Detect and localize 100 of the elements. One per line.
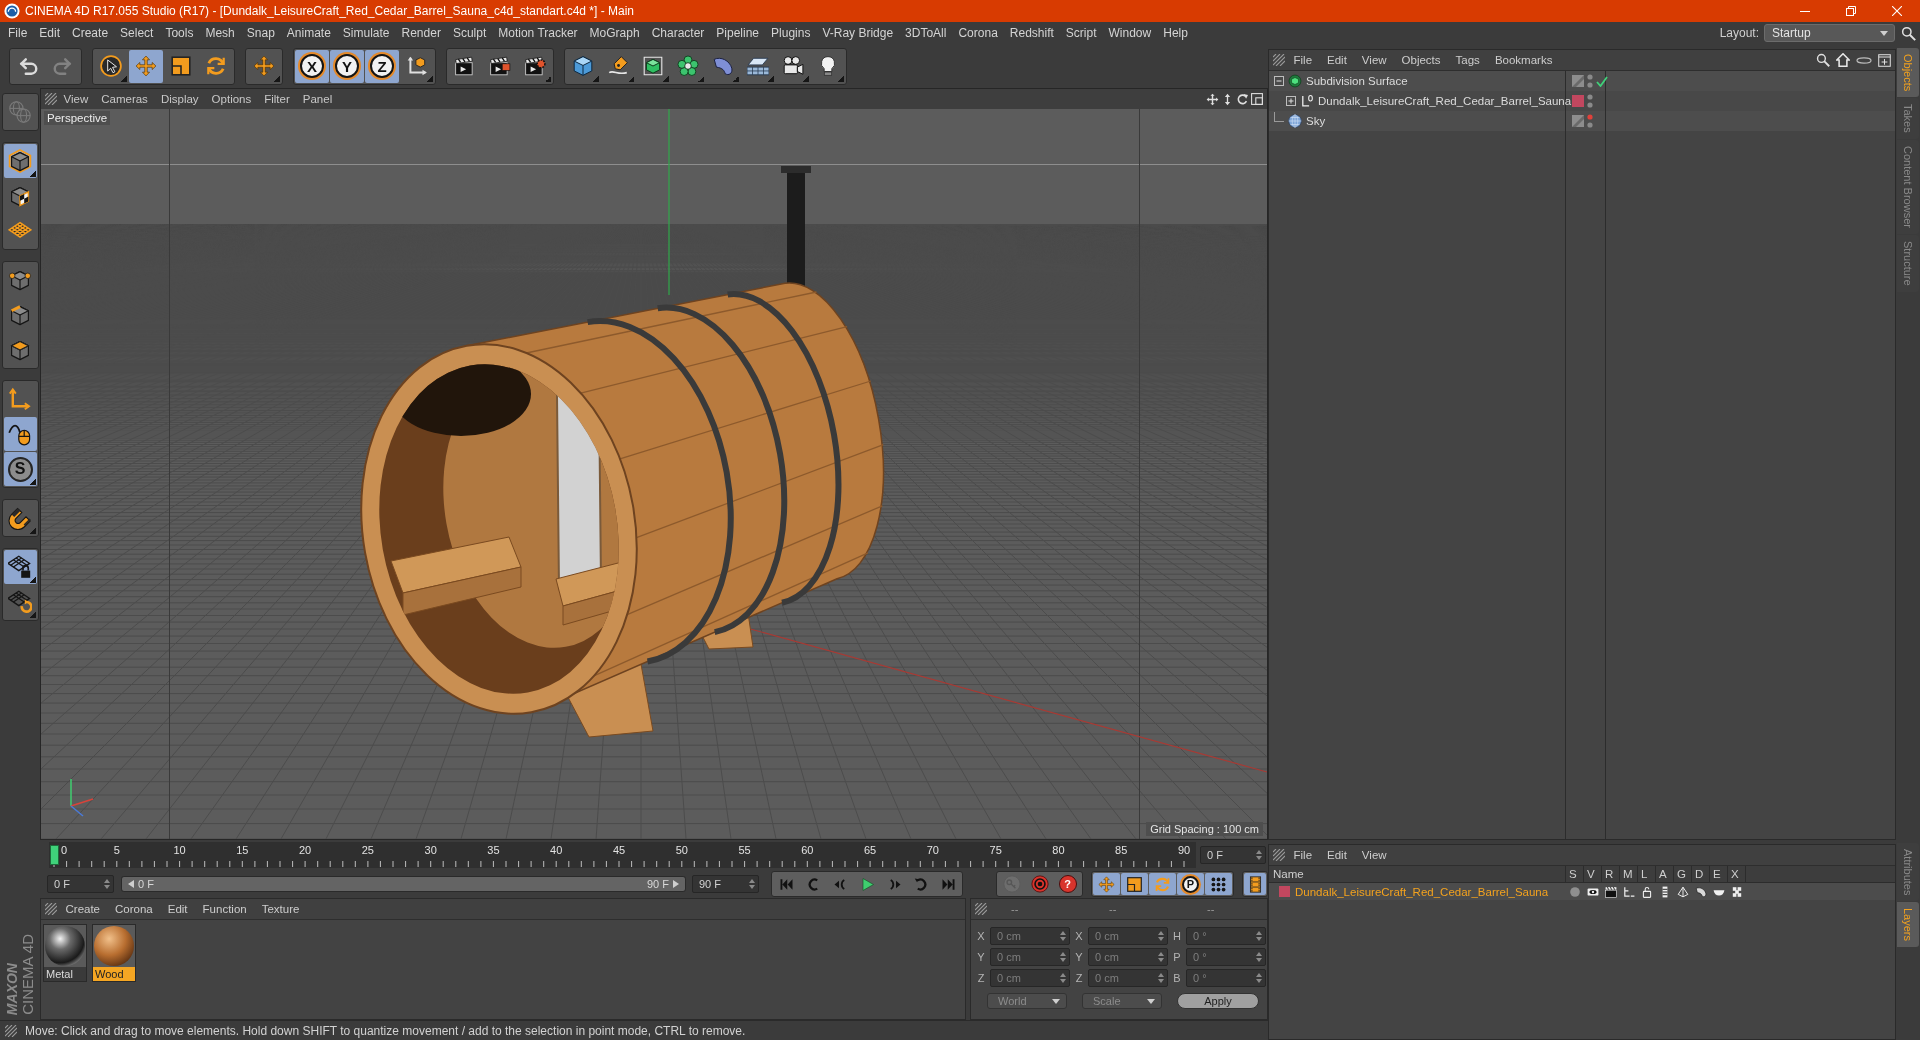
lock-workplane-button[interactable] — [3, 550, 37, 584]
frame-field[interactable]: 90 F — [692, 875, 759, 893]
circular-arrow-icon[interactable] — [1236, 92, 1249, 106]
menu-item[interactable]: V-Ray Bridge — [816, 23, 900, 43]
snap-button[interactable]: S — [3, 452, 37, 486]
object-menu-item[interactable]: Edit — [1320, 51, 1354, 69]
pyramid-icon[interactable] — [1677, 885, 1689, 898]
object-menu-item[interactable]: File — [1287, 51, 1319, 69]
material-menu-item[interactable]: Edit — [161, 900, 195, 918]
collapse-icon[interactable] — [1274, 76, 1284, 86]
frame-field[interactable]: 0 F — [1200, 846, 1266, 864]
layout-dropdown[interactable]: Startup — [1764, 24, 1895, 42]
menu-item[interactable]: Corona — [952, 23, 1004, 43]
viewport-menu-item[interactable]: Display — [154, 90, 206, 108]
viewport-menu-item[interactable]: Cameras — [94, 90, 155, 108]
menu-item[interactable]: Sculpt — [446, 23, 493, 43]
menu-item[interactable]: Simulate — [336, 23, 396, 43]
object-menu-item[interactable]: Bookmarks — [1488, 51, 1559, 69]
viewport-menu-item[interactable]: Filter — [257, 90, 297, 108]
oval-icon[interactable] — [1856, 56, 1872, 64]
parameter-key-button[interactable]: P — [1177, 873, 1204, 895]
caret-icon — [1052, 998, 1060, 1004]
left-arrow-icon — [128, 880, 134, 888]
xref-icon[interactable] — [1731, 885, 1743, 898]
visibility-dots-icon[interactable] — [1587, 114, 1593, 128]
axis-lock-button[interactable]: Y — [330, 49, 364, 83]
point-level-button[interactable] — [1205, 873, 1232, 895]
menu-item[interactable]: Mesh — [199, 23, 241, 43]
menu-item[interactable]: Select — [114, 23, 160, 43]
layer-menu-item[interactable]: File — [1287, 846, 1319, 864]
menu-item[interactable]: Create — [66, 23, 115, 43]
cross-arrows-icon[interactable] — [1206, 92, 1219, 106]
axis-label: X — [1074, 930, 1084, 942]
object-name[interactable]: Subdivision Surface — [1306, 75, 1408, 87]
scale-key-button[interactable] — [1121, 873, 1148, 895]
menu-item[interactable]: Animate — [280, 23, 337, 43]
object-name[interactable]: Sky — [1306, 115, 1326, 127]
eye-icon[interactable] — [1587, 885, 1599, 898]
search-icon[interactable] — [1901, 25, 1916, 41]
model-mode-button[interactable] — [3, 144, 37, 178]
object-name[interactable]: Dundalk_LeisureCraft_Red_Cedar_Barrel_Sauna — [1318, 95, 1572, 107]
object-menu-item[interactable]: View — [1355, 51, 1394, 69]
frame-range-slider[interactable]: 0 F 90 F — [121, 876, 686, 892]
menu-item[interactable]: Window — [1102, 23, 1158, 43]
home-icon[interactable] — [1836, 53, 1850, 67]
menu-item[interactable]: Edit — [33, 23, 67, 43]
material-menu-item[interactable]: Function — [196, 900, 254, 918]
object-menu-item[interactable]: Objects — [1395, 51, 1448, 69]
layer-menu-item[interactable]: Edit — [1320, 846, 1354, 864]
padlock-icon[interactable] — [1641, 885, 1653, 898]
search-icon[interactable] — [1816, 53, 1830, 67]
menu-item[interactable]: Script — [1059, 23, 1103, 43]
visibility-dots-icon[interactable] — [1587, 94, 1593, 108]
menu-item[interactable]: Render — [395, 23, 447, 43]
maximize-icon[interactable] — [1251, 93, 1263, 105]
layer-row[interactable]: Dundalk_LeisureCraft_Red_Cedar_Barrel_Sauna — [1269, 883, 1895, 900]
menu-item[interactable]: MoGraph — [583, 23, 646, 43]
material-menu-item[interactable]: Create — [59, 900, 107, 918]
hierarchy-icon[interactable] — [1623, 885, 1635, 898]
axis-lock-button[interactable]: Z — [365, 49, 399, 83]
viewport-menu-item[interactable]: View — [57, 90, 95, 108]
visibility-dots-icon[interactable] — [1587, 74, 1593, 88]
menu-item[interactable]: Motion Tracker — [492, 23, 584, 43]
tweak-mode-button[interactable] — [3, 417, 37, 451]
layer-menu-item[interactable]: View — [1355, 846, 1394, 864]
menu-item[interactable]: Help — [1157, 23, 1194, 43]
playhead-handle[interactable] — [50, 845, 59, 865]
material-tile[interactable]: Metal — [43, 924, 87, 982]
menu-item[interactable]: Redshift — [1003, 23, 1060, 43]
dots-grid-icon — [1210, 875, 1227, 893]
material-menu-item[interactable]: Texture — [255, 900, 306, 918]
menu-item[interactable]: Tools — [159, 23, 200, 43]
timeline-ruler[interactable]: 0 5 10 15 20 25 30 35 40 45 50 55 60 65 70 75 80 85 90 — [49, 842, 1196, 868]
scale-icon — [1126, 875, 1143, 893]
menu-item[interactable]: Pipeline — [710, 23, 766, 43]
apply-button[interactable]: Apply — [1177, 993, 1259, 1009]
frame-number: 35 — [487, 844, 500, 856]
solo-dot-icon[interactable] — [1569, 885, 1581, 898]
menu-item[interactable]: File — [2, 23, 34, 43]
viewport-menu-item[interactable]: Panel — [296, 90, 339, 108]
menu-item[interactable]: Character — [645, 23, 711, 43]
expand-icon[interactable] — [1286, 96, 1296, 106]
object-row[interactable]: Subdivision Surface — [1269, 71, 1895, 91]
material-tile[interactable]: Wood — [92, 924, 136, 982]
menu-item[interactable]: Snap — [240, 23, 281, 43]
menu-item[interactable]: 3DToAll — [899, 23, 953, 43]
frame-field[interactable]: 0 F — [47, 875, 114, 893]
viewport-menu-item[interactable]: Options — [205, 90, 258, 108]
object-row[interactable]: Sky — [1269, 111, 1895, 131]
object-menu-item[interactable]: Tags — [1449, 51, 1487, 69]
bent-shape-icon[interactable] — [1695, 885, 1707, 898]
clapper-icon — [489, 55, 511, 77]
menu-item[interactable]: Plugins — [765, 23, 817, 43]
axis-lock-button[interactable]: X — [295, 49, 329, 83]
object-row[interactable]: Dundalk_LeisureCraft_Red_Cedar_Barrel_Sauna — [1269, 91, 1895, 111]
cursor-icon — [100, 55, 122, 77]
material-menu-item[interactable]: Corona — [108, 900, 160, 918]
add-panel-icon[interactable] — [1878, 53, 1891, 67]
clapper-icon[interactable] — [1605, 885, 1617, 898]
restore-icon — [1846, 6, 1856, 16]
